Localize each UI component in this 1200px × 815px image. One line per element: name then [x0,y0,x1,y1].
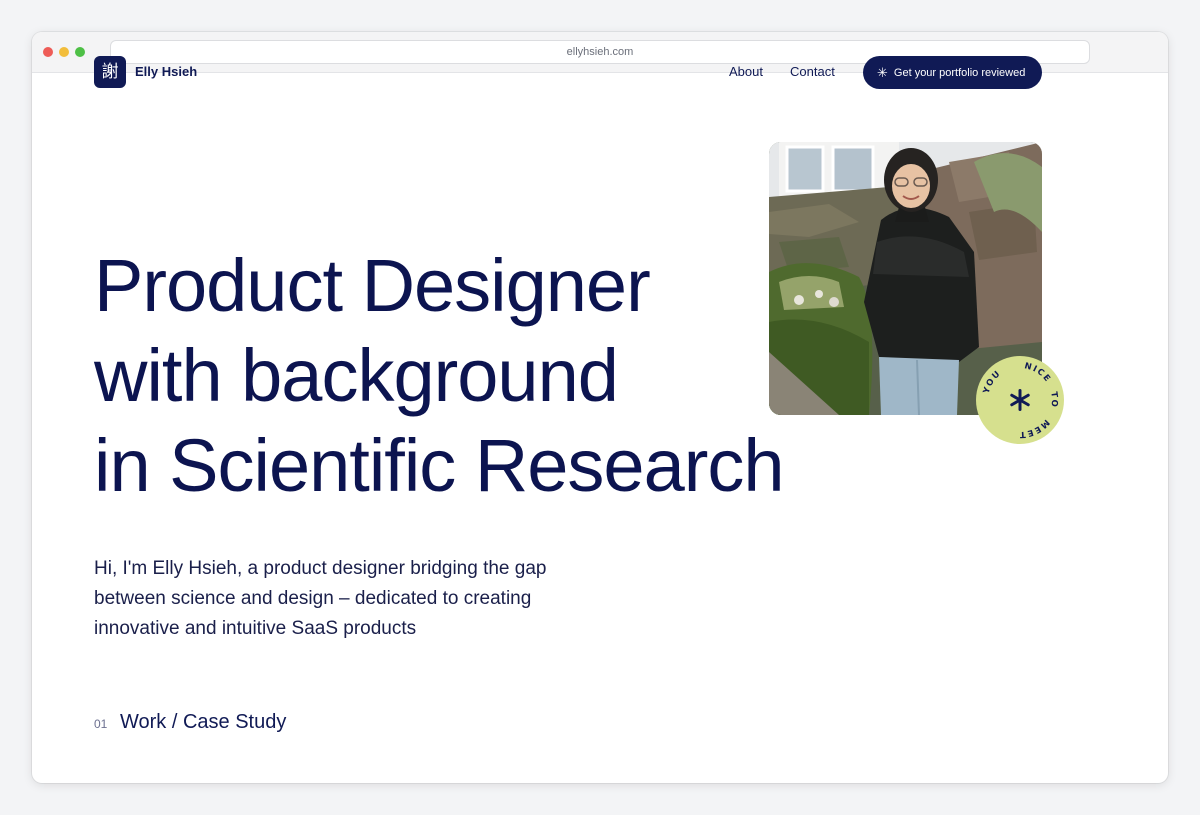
minimize-window-button[interactable] [59,47,69,57]
hero-title-line: Product Designer [94,244,651,327]
section-number: 01 [94,717,108,731]
sticker-word-to: TO [1048,391,1058,409]
section-title[interactable]: Work / Case Study [120,711,286,734]
portfolio-review-label: Get your portfolio reviewed [893,66,1026,79]
nav-about-link[interactable]: About [729,64,763,79]
hero-title-line: in Scientific Research [94,424,785,507]
nice-to-meet-you-sticker: YOU NICE TO MEET [976,356,1064,444]
hero-title: Product Designer with background in Scie… [94,241,854,511]
maximize-window-button[interactable] [75,47,85,57]
asterisk-spark-icon: ✳ [877,65,888,80]
intro-line: Hi, I'm Elly Hsieh, a product designer b… [94,558,547,579]
close-window-button[interactable] [43,47,53,57]
brand-name[interactable]: Elly Hsieh [135,64,197,79]
portfolio-review-button[interactable]: ✳ Get your portfolio reviewed [863,56,1042,89]
hero-title-line: with background [94,334,619,417]
logo-mark[interactable]: 謝 [94,56,126,88]
intro-line: between science and design – dedicated t… [94,588,532,609]
intro-line: innovative and intuitive SaaS products [94,618,417,639]
nav-contact-link[interactable]: Contact [790,64,835,79]
intro-paragraph: Hi, I'm Elly Hsieh, a product designer b… [94,554,614,644]
svg-text:TO: TO [1048,391,1059,409]
